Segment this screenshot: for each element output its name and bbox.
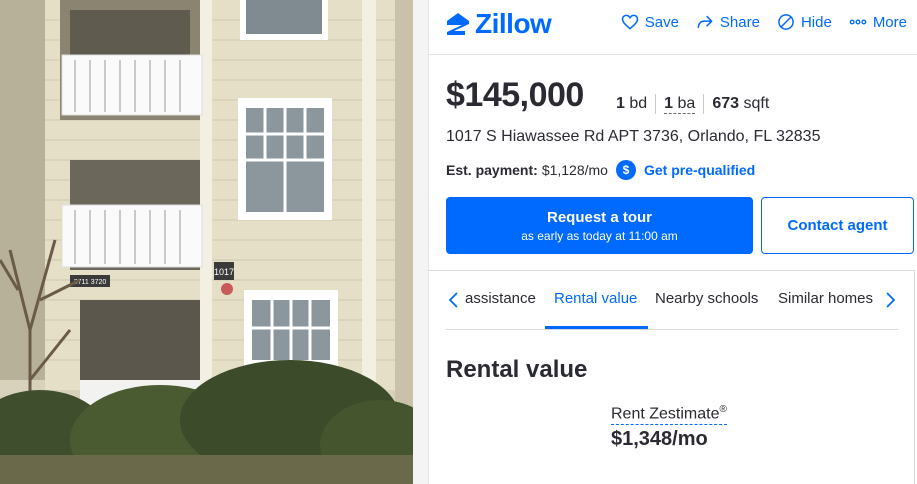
- zillow-logo[interactable]: Zillow: [445, 8, 552, 40]
- listing-panel: Zillow Save Share Hide More $145,000 1 b…: [429, 0, 917, 484]
- request-tour-button[interactable]: Request a tour as early as today at 11:0…: [446, 197, 753, 254]
- save-label: Save: [644, 13, 679, 31]
- share-button[interactable]: Share: [695, 12, 760, 32]
- panel-divider: [413, 0, 429, 484]
- listing-photo[interactable]: 1017 3711 3720: [0, 0, 413, 484]
- contact-agent-button[interactable]: Contact agent: [761, 197, 914, 254]
- chevron-left-icon: [448, 292, 458, 308]
- hide-button[interactable]: Hide: [776, 12, 832, 32]
- sqft-fact: 673 sqft: [712, 95, 769, 113]
- baths-value: 1: [664, 94, 674, 112]
- rent-zestimate-text: Rent Zestimate: [611, 405, 720, 423]
- hide-label: Hide: [800, 13, 832, 31]
- fact-separator: [703, 94, 705, 114]
- sqft-unit: sqft: [743, 95, 770, 112]
- heart-icon: [621, 14, 638, 30]
- zillow-logo-icon: [447, 13, 469, 35]
- request-tour-label: Request a tour: [546, 208, 652, 226]
- more-button[interactable]: More: [848, 12, 907, 32]
- listing-actions: Save Share Hide More: [620, 12, 907, 32]
- baths-fact[interactable]: 1 ba: [664, 94, 696, 114]
- est-payment-label: Est. payment:: [446, 162, 538, 178]
- top-bar: Zillow Save Share Hide More: [429, 0, 917, 50]
- rent-zestimate-label[interactable]: Rent Zestimate®: [611, 404, 727, 426]
- tabs-scroll-right-button[interactable]: [882, 290, 898, 310]
- tabs-scroll-left-button[interactable]: [446, 290, 462, 310]
- tab-similar-homes[interactable]: Similar homes: [778, 290, 873, 307]
- fact-separator: [655, 94, 657, 114]
- baths-unit: ba: [677, 94, 696, 112]
- share-icon: [697, 15, 713, 28]
- beds-fact: 1 bd: [616, 95, 647, 113]
- registered-mark: ®: [719, 404, 727, 415]
- building-photo: 1017 3711 3720: [0, 0, 413, 484]
- save-button[interactable]: Save: [620, 12, 679, 32]
- beds-value: 1: [616, 95, 625, 112]
- chevron-right-icon: [886, 292, 896, 308]
- home-facts: 1 bd 1 ba 673 sqft: [616, 94, 769, 114]
- building-number-sign: 1017: [214, 267, 234, 277]
- hide-icon: [778, 14, 794, 30]
- dollar-icon: $: [615, 160, 636, 180]
- sqft-value: 673: [712, 95, 740, 112]
- tab-assistance[interactable]: assistance: [465, 290, 536, 307]
- more-label: More: [872, 13, 907, 31]
- share-label: Share: [719, 13, 760, 31]
- listing-address: 1017 S Hiawassee Rd APT 3736, Orlando, F…: [446, 128, 821, 145]
- rent-zestimate-value: $1,348/mo: [611, 428, 708, 450]
- header-divider: [429, 54, 917, 55]
- zillow-logo-text: Zillow: [475, 8, 552, 39]
- rental-value-heading: Rental value: [446, 356, 588, 383]
- beds-unit: bd: [629, 95, 648, 112]
- tab-nearby-schools[interactable]: Nearby schools: [655, 290, 758, 307]
- tab-rental-value[interactable]: Rental value: [554, 290, 637, 307]
- section-tabs: assistance Rental value Nearby schools S…: [446, 280, 898, 330]
- request-tour-sublabel: as early as today at 11:00 am: [521, 228, 678, 243]
- more-icon: [849, 19, 867, 25]
- estimated-payment: Est. payment: $1,128/mo $ Get pre-qualif…: [446, 160, 755, 180]
- get-prequalified-link[interactable]: Get pre-qualified: [644, 162, 755, 178]
- listing-price: $145,000: [446, 76, 584, 114]
- active-tab-indicator: [545, 326, 648, 329]
- est-payment-value: $1,128/mo: [541, 162, 608, 178]
